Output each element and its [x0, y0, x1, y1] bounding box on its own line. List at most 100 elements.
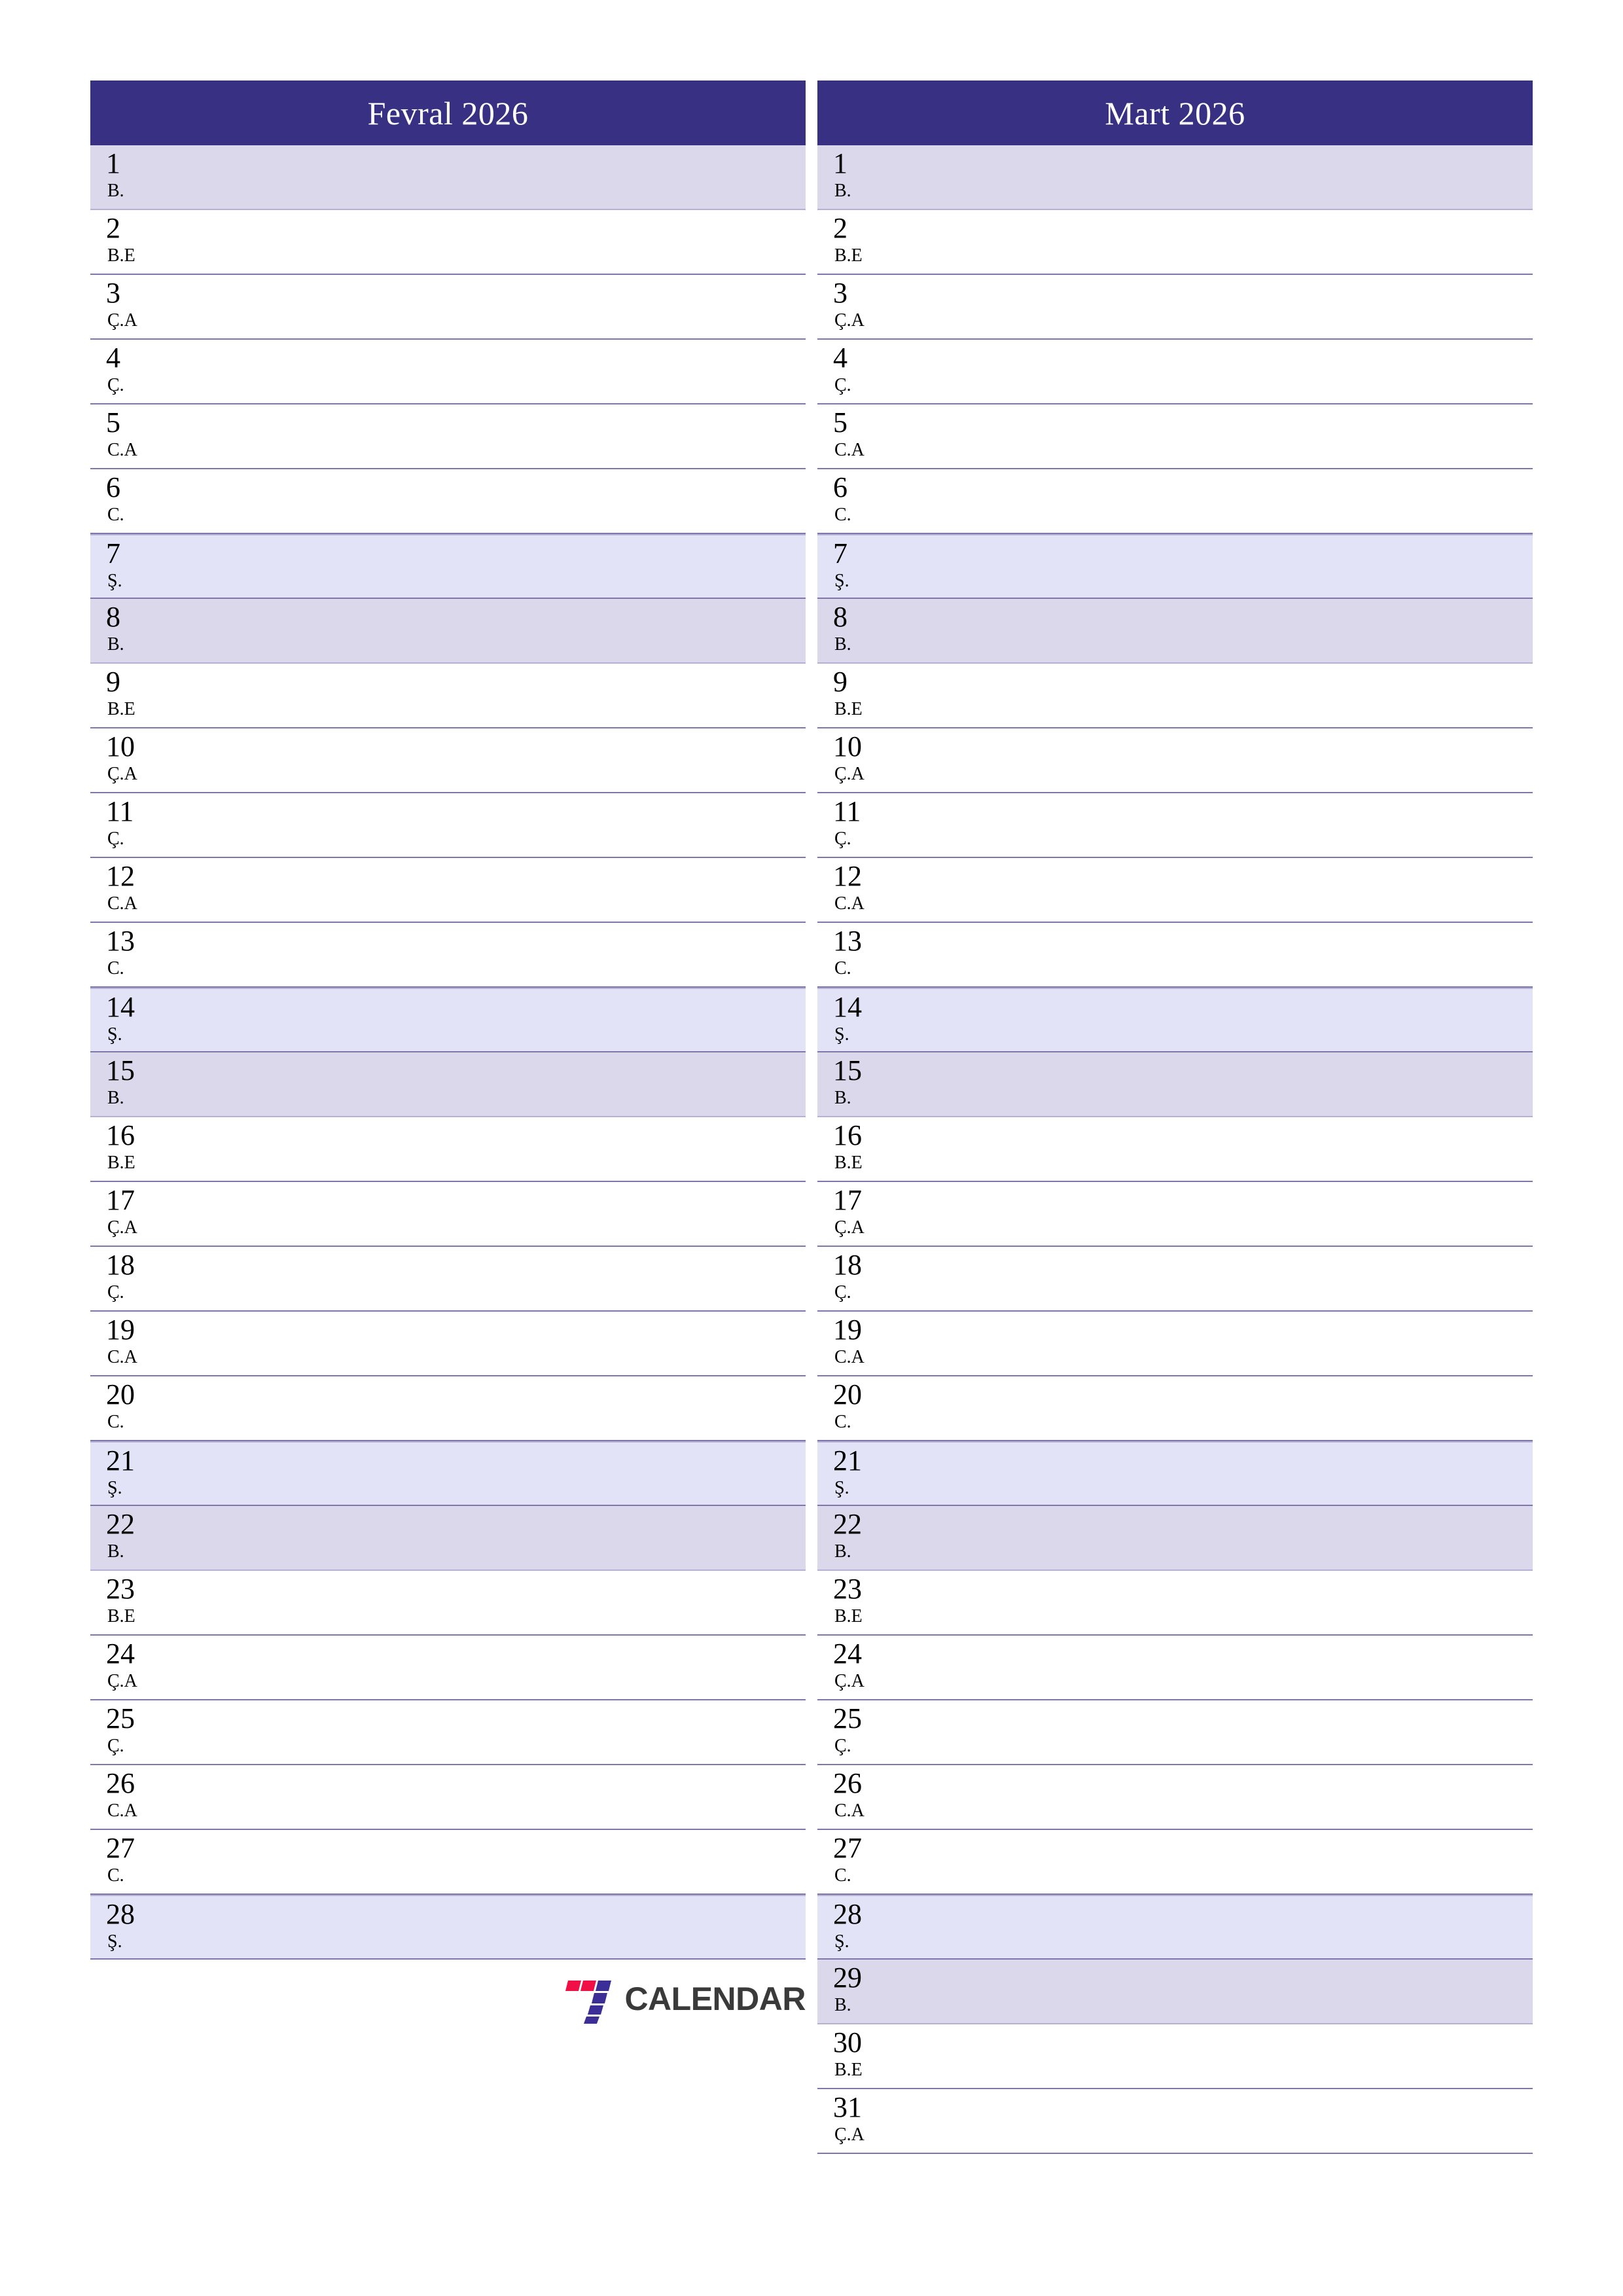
- day-number: 2: [833, 212, 847, 244]
- weekday-abbreviation: C.A: [107, 1347, 137, 1367]
- day-number: 24: [833, 1638, 862, 1670]
- day-row[interactable]: 17 Ç.A: [90, 1182, 806, 1247]
- weekday-abbreviation: C.: [834, 958, 851, 978]
- day-number: 20: [833, 1378, 862, 1410]
- day-number: 29: [833, 1962, 862, 1994]
- day-row[interactable]: 30 B.E: [817, 2024, 1533, 2089]
- day-row[interactable]: 5 C.A: [817, 404, 1533, 469]
- day-row[interactable]: 25 Ç.: [90, 1700, 806, 1765]
- day-row[interactable]: 26 C.A: [817, 1765, 1533, 1830]
- day-number: 15: [833, 1054, 862, 1086]
- day-row[interactable]: 7 Ş.: [817, 534, 1533, 599]
- day-row[interactable]: 20 C.: [817, 1376, 1533, 1441]
- day-number: 23: [833, 1573, 862, 1605]
- month-columns: Fevral 2026 1 B. 2 B.E 3 Ç.A 4 Ç. 5 C.A 6 C. 7 Ş. 8 B. 9…: [90, 81, 1533, 2154]
- day-row[interactable]: 17 Ç.A: [817, 1182, 1533, 1247]
- weekday-abbreviation: Ş.: [834, 571, 849, 591]
- day-row[interactable]: 19 C.A: [90, 1312, 806, 1376]
- day-row[interactable]: 1 B.: [90, 145, 806, 210]
- day-row[interactable]: 13 C.: [90, 923, 806, 988]
- day-row[interactable]: 14 Ş.: [90, 988, 806, 1052]
- day-row[interactable]: 20 C.: [90, 1376, 806, 1441]
- day-row[interactable]: 12 C.A: [817, 858, 1533, 923]
- day-row[interactable]: 25 Ç.: [817, 1700, 1533, 1765]
- weekday-abbreviation: B.E: [834, 1606, 863, 1626]
- day-row[interactable]: 1 B.: [817, 145, 1533, 210]
- weekday-abbreviation: Ş.: [834, 1024, 849, 1045]
- day-row[interactable]: 15 B.: [90, 1052, 806, 1117]
- day-row[interactable]: 14 Ş.: [817, 988, 1533, 1052]
- month-header-left: Fevral 2026: [90, 81, 806, 145]
- day-row[interactable]: 18 Ç.: [90, 1247, 806, 1312]
- day-row[interactable]: 12 C.A: [90, 858, 806, 923]
- weekday-abbreviation: B.E: [107, 699, 135, 719]
- day-row[interactable]: 18 Ç.: [817, 1247, 1533, 1312]
- day-row[interactable]: 28 Ş.: [817, 1895, 1533, 1960]
- day-number: 27: [106, 1832, 135, 1864]
- calendar-page: Fevral 2026 1 B. 2 B.E 3 Ç.A 4 Ç. 5 C.A 6 C. 7 Ş. 8 B. 9…: [0, 0, 1623, 2296]
- day-row[interactable]: 24 Ç.A: [90, 1636, 806, 1700]
- day-row[interactable]: 23 B.E: [817, 1571, 1533, 1636]
- day-row[interactable]: 10 Ç.A: [817, 728, 1533, 793]
- weekday-abbreviation: C.A: [834, 440, 865, 460]
- day-row[interactable]: 27 C.: [90, 1830, 806, 1895]
- day-row[interactable]: 7 Ş.: [90, 534, 806, 599]
- day-row[interactable]: 16 B.E: [817, 1117, 1533, 1182]
- day-number: 9: [833, 666, 847, 698]
- day-row[interactable]: 16 B.E: [90, 1117, 806, 1182]
- day-row[interactable]: 27 C.: [817, 1830, 1533, 1895]
- day-number: 14: [833, 991, 862, 1023]
- day-row[interactable]: 26 C.A: [90, 1765, 806, 1830]
- day-row[interactable]: 11 Ç.: [90, 793, 806, 858]
- day-row[interactable]: 24 Ç.A: [817, 1636, 1533, 1700]
- day-row[interactable]: 31 Ç.A: [817, 2089, 1533, 2154]
- day-row[interactable]: 3 Ç.A: [817, 275, 1533, 340]
- day-number: 3: [106, 277, 120, 309]
- day-row[interactable]: 9 B.E: [90, 664, 806, 728]
- day-row[interactable]: 21 Ş.: [817, 1441, 1533, 1506]
- day-number: 13: [106, 925, 135, 957]
- day-number: 27: [833, 1832, 862, 1864]
- day-row[interactable]: 22 B.: [90, 1506, 806, 1571]
- day-row[interactable]: 15 B.: [817, 1052, 1533, 1117]
- day-row[interactable]: 19 C.A: [817, 1312, 1533, 1376]
- day-row[interactable]: 11 Ç.: [817, 793, 1533, 858]
- day-number: 25: [833, 1702, 862, 1734]
- day-row[interactable]: 28 Ş.: [90, 1895, 806, 1960]
- day-row[interactable]: 5 C.A: [90, 404, 806, 469]
- month-column-right: Mart 2026 1 B. 2 B.E 3 Ç.A 4 Ç. 5 C.A 6 C. 7 Ş. 8 B. 9 B.…: [817, 81, 1533, 2154]
- day-number: 15: [106, 1054, 135, 1086]
- day-row[interactable]: 29 B.: [817, 1960, 1533, 2024]
- day-row[interactable]: 3 Ç.A: [90, 275, 806, 340]
- weekday-abbreviation: B.: [107, 634, 124, 655]
- day-row[interactable]: 4 Ç.: [90, 340, 806, 404]
- day-number: 18: [106, 1249, 135, 1281]
- weekday-abbreviation: B.E: [834, 699, 863, 719]
- day-row[interactable]: 23 B.E: [90, 1571, 806, 1636]
- day-row[interactable]: 10 Ç.A: [90, 728, 806, 793]
- day-row[interactable]: 4 Ç.: [817, 340, 1533, 404]
- day-number: 26: [833, 1767, 862, 1799]
- weekday-abbreviation: C.A: [107, 1801, 137, 1821]
- day-row[interactable]: 8 B.: [817, 599, 1533, 664]
- day-number: 28: [106, 1898, 135, 1930]
- weekday-abbreviation: B.: [834, 1541, 851, 1562]
- weekday-abbreviation: Ç.A: [107, 310, 137, 331]
- day-number: 12: [833, 860, 862, 892]
- weekday-abbreviation: Ç.A: [107, 1671, 137, 1691]
- day-row[interactable]: 8 B.: [90, 599, 806, 664]
- weekday-abbreviation: Ç.A: [107, 764, 137, 784]
- weekday-abbreviation: B.: [834, 1995, 851, 2015]
- day-row[interactable]: 2 B.E: [817, 210, 1533, 275]
- day-row[interactable]: 9 B.E: [817, 664, 1533, 728]
- day-row[interactable]: 2 B.E: [90, 210, 806, 275]
- day-number: 17: [106, 1184, 135, 1216]
- day-row[interactable]: 6 C.: [817, 469, 1533, 534]
- day-row[interactable]: 13 C.: [817, 923, 1533, 988]
- day-row[interactable]: 22 B.: [817, 1506, 1533, 1571]
- day-number: 11: [106, 795, 134, 827]
- day-number: 6: [106, 471, 120, 503]
- day-row[interactable]: 6 C.: [90, 469, 806, 534]
- day-row[interactable]: 21 Ş.: [90, 1441, 806, 1506]
- day-number: 1: [833, 147, 847, 179]
